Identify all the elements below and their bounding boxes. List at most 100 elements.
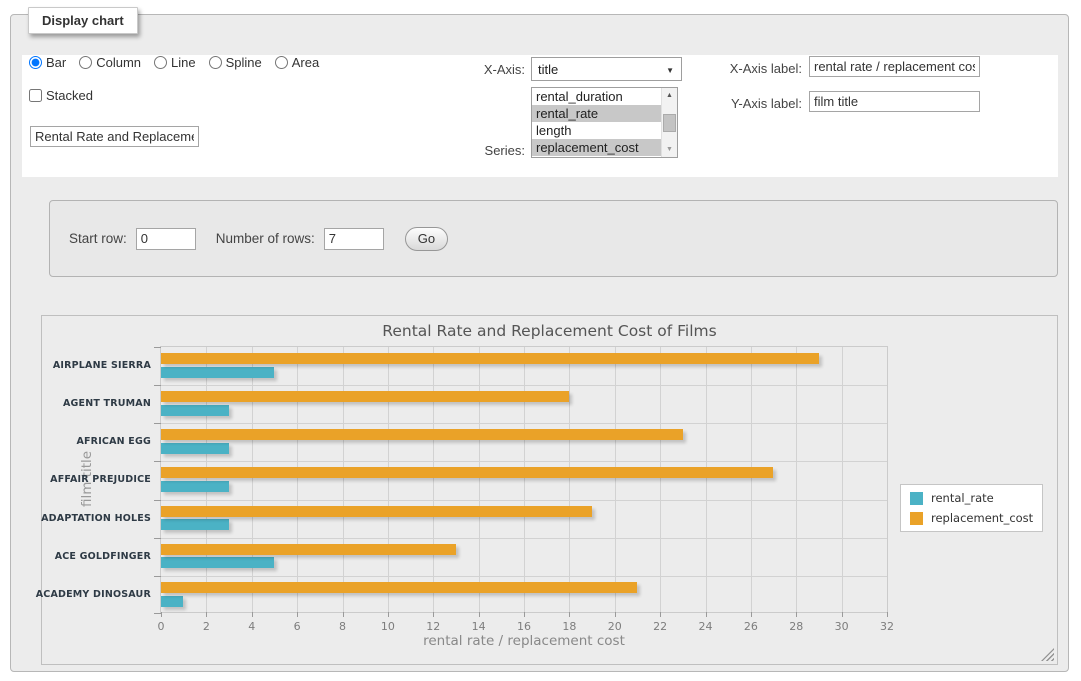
bar-rental_rate[interactable] [161,519,229,530]
legend-text: rental_rate [931,491,994,505]
series-listbox[interactable]: rental_durationrental_ratelengthreplacem… [531,87,678,158]
x-tick-mark [343,612,344,617]
chart-type-text: Line [171,55,196,70]
x-axis-label: X-Axis: [439,62,525,77]
chart-type-radio-area[interactable] [275,56,288,69]
x-tick-mark [479,612,480,617]
start-row-input[interactable] [136,228,196,250]
bar-replacement_cost[interactable] [161,353,819,364]
vertical-gridline [569,347,570,612]
go-button[interactable]: Go [405,227,448,251]
series-options: rental_durationrental_ratelengthreplacem… [532,88,661,157]
series-option-rental_rate[interactable]: rental_rate [532,105,661,122]
page: Start row: Number of rows: Go Rental Rat… [0,0,1081,681]
x-tick-mark [660,612,661,617]
x-tick-label: 24 [699,620,713,633]
x-tick-mark [206,612,207,617]
chart-type-option-spline[interactable]: Spline [209,55,262,70]
start-row-label: Start row: [69,231,127,246]
category-label: AFRICAN EGG [21,436,151,448]
scroll-down-icon[interactable]: ▼ [662,142,677,157]
y-tick-mark [154,423,161,424]
bar-replacement_cost[interactable] [161,467,773,478]
y-tick-mark [154,538,161,539]
series-scrollbar[interactable]: ▲ ▼ [661,88,677,157]
category-label: AFFAIR PREJUDICE [21,474,151,486]
bar-replacement_cost[interactable] [161,391,569,402]
bar-rental_rate[interactable] [161,481,229,492]
vertical-gridline [706,347,707,612]
x-tick-mark [615,612,616,617]
x-tick-label: 20 [608,620,622,633]
bar-replacement_cost[interactable] [161,506,592,517]
chart-type-text: Area [292,55,319,70]
x-tick-label: 28 [789,620,803,633]
chart-type-radio-bar[interactable] [29,56,42,69]
legend-text: replacement_cost [931,511,1033,525]
chart-type-radio-line[interactable] [154,56,167,69]
chart-legend: rental_rate replacement_cost [900,484,1043,532]
legend-entry-rental_rate: rental_rate [910,491,1033,505]
bar-rental_rate[interactable] [161,596,183,607]
bar-rental_rate[interactable] [161,405,229,416]
vertical-gridline [297,347,298,612]
scroll-up-icon[interactable]: ▲ [662,88,677,103]
series-option-replacement_cost[interactable]: replacement_cost [532,139,661,156]
y-tick-mark [154,461,161,462]
x-tick-label: 2 [203,620,210,633]
stacked-checkbox[interactable] [29,89,42,102]
legend-swatch-replacement_cost [910,512,923,525]
bar-rental_rate[interactable] [161,557,274,568]
vertical-gridline [751,347,752,612]
vertical-gridline [388,347,389,612]
x-tick-mark [706,612,707,617]
chart-type-text: Bar [46,55,66,70]
x-axis-label-input[interactable] [809,56,980,77]
bar-replacement_cost[interactable] [161,429,683,440]
y-axis-label-caption: Y-Axis label: [716,96,802,111]
x-tick-label: 18 [562,620,576,633]
chart-type-radio-spline[interactable] [209,56,222,69]
x-axis-select[interactable]: title ▼ [531,57,682,81]
chart-type-option-bar[interactable]: Bar [29,55,66,70]
x-tick-mark [388,612,389,617]
plot-area: 02468101214161820222426283032AIRPLANE SI… [160,346,888,613]
chart-type-option-line[interactable]: Line [154,55,196,70]
vertical-gridline [660,347,661,612]
x-tick-mark [161,612,162,617]
chart-title-input[interactable] [30,126,199,147]
y-tick-mark [154,613,161,614]
vertical-gridline [343,347,344,612]
bar-replacement_cost[interactable] [161,544,456,555]
stacked-option[interactable]: Stacked [29,88,93,103]
bar-rental_rate[interactable] [161,443,229,454]
chart-type-option-column[interactable]: Column [79,55,141,70]
x-tick-label: 22 [653,620,667,633]
number-of-rows-input[interactable] [324,228,384,250]
x-tick-mark [524,612,525,617]
vertical-gridline [796,347,797,612]
chart-type-option-area[interactable]: Area [275,55,319,70]
bar-rental_rate[interactable] [161,367,274,378]
chart-type-text: Column [96,55,141,70]
resize-grip-icon[interactable] [1041,648,1054,661]
category-label: AGENT TRUMAN [21,398,151,410]
x-tick-mark [887,612,888,617]
scrollbar-thumb[interactable] [663,114,676,132]
y-axis-label-input[interactable] [809,91,980,112]
y-tick-mark [154,576,161,577]
x-axis-selected-value: title [538,62,558,77]
x-tick-label: 10 [381,620,395,633]
horizontal-gridline [161,385,887,386]
bar-replacement_cost[interactable] [161,582,637,593]
dropdown-arrow-icon: ▼ [666,66,674,75]
x-tick-mark [751,612,752,617]
x-tick-label: 6 [294,620,301,633]
category-label: ADAPTATION HOLES [21,513,151,525]
chart-type-radio-column[interactable] [79,56,92,69]
row-range-panel: Start row: Number of rows: Go [49,200,1058,277]
series-label: Series: [439,143,525,158]
series-option-rental_duration[interactable]: rental_duration [532,88,661,105]
series-option-length[interactable]: length [532,122,661,139]
panel-title: Display chart [28,7,138,34]
